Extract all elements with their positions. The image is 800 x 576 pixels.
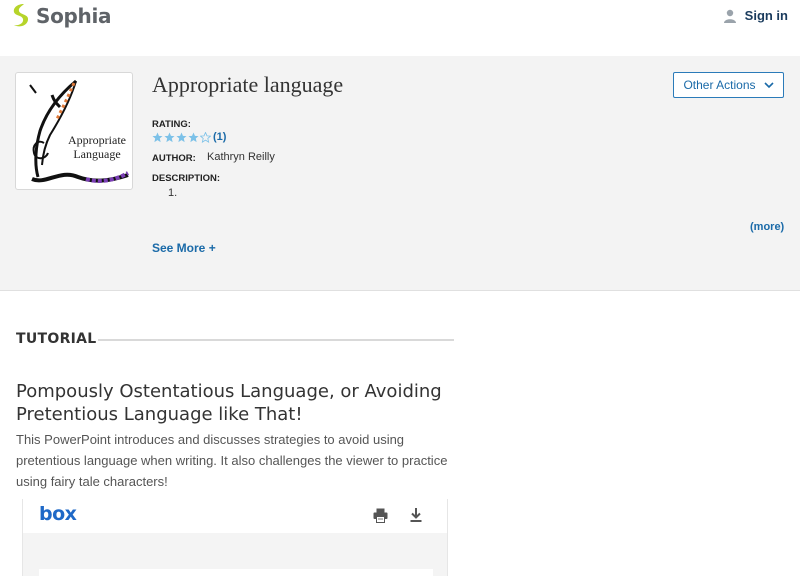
- rating-count[interactable]: (1): [213, 131, 226, 143]
- resource-title: Appropriate language: [152, 72, 344, 97]
- box-viewer: box: [22, 499, 448, 576]
- chevron-down-icon: [763, 82, 774, 89]
- download-icon[interactable]: [409, 507, 423, 523]
- more-link[interactable]: (more): [750, 221, 784, 233]
- slide-page: [39, 569, 433, 576]
- sophia-logo-icon: [13, 4, 29, 27]
- other-actions-dropdown[interactable]: Other Actions: [673, 72, 784, 98]
- description-item: 1.: [168, 187, 178, 199]
- resource-thumbnail: Appropriate Language: [15, 72, 133, 190]
- see-more-link[interactable]: See More +: [152, 241, 216, 255]
- sign-in-label: Sign in: [744, 8, 788, 23]
- resource-panel: Appropriate Language Appropriate languag…: [0, 56, 800, 291]
- sophia-logo[interactable]: Sophia: [10, 3, 112, 29]
- rating-stars[interactable]: (1): [152, 131, 226, 143]
- viewer-toolbar: box: [23, 499, 447, 533]
- sign-in-link[interactable]: Sign in: [723, 8, 788, 23]
- star-filled-icon: [176, 131, 187, 142]
- user-icon: [723, 9, 736, 23]
- quill-illustration: [29, 79, 129, 183]
- star-filled-icon: [164, 131, 175, 142]
- other-actions-label: Other Actions: [683, 78, 756, 92]
- tutorial-description: This PowerPoint introduces and discusses…: [16, 432, 448, 489]
- brand-name: Sophia: [36, 4, 112, 28]
- star-filled-icon: [188, 131, 199, 142]
- viewer-content[interactable]: [23, 533, 447, 576]
- description-label: DESCRIPTION:: [152, 173, 221, 184]
- section-heading: TUTORIAL: [16, 331, 97, 347]
- author-label: AUTHOR:: [152, 153, 196, 164]
- print-icon[interactable]: [373, 508, 388, 523]
- rating-label: RATING:: [152, 119, 191, 130]
- star-filled-icon: [152, 131, 163, 142]
- section-divider: [98, 339, 454, 341]
- tutorial-title: Pompously Ostentatious Language, or Avoi…: [16, 381, 442, 425]
- author-name: Kathryn Reilly: [207, 151, 275, 163]
- star-empty-icon: [200, 131, 211, 143]
- box-logo[interactable]: box: [39, 503, 77, 525]
- thumbnail-caption: Appropriate Language: [68, 133, 126, 161]
- top-header: Sophia Sign in: [0, 0, 800, 56]
